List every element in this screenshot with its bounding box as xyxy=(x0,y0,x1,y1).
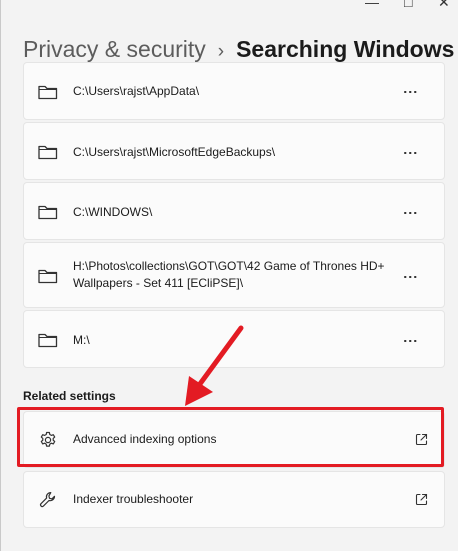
folder-path: H:\Photos\collections\GOT\GOT\42 Game of… xyxy=(73,259,385,290)
more-options-button[interactable]: ⋮ xyxy=(403,334,419,348)
maximize-button[interactable]: □ xyxy=(404,0,412,10)
excluded-folder-row: C:\Users\rajst\MicrosoftEdgeBackups\ ⋮ xyxy=(23,122,445,180)
page-title: Searching Windows xyxy=(236,36,455,62)
related-settings-heading: Related settings xyxy=(23,389,116,403)
folder-icon xyxy=(38,333,58,348)
breadcrumb-parent-link[interactable]: Privacy & security xyxy=(23,36,206,62)
more-options-button[interactable]: ⋮ xyxy=(403,85,419,99)
folder-icon xyxy=(38,205,58,220)
more-options-button[interactable]: ⋮ xyxy=(403,146,419,160)
annotation-arrow xyxy=(185,325,244,406)
folder-path: C:\Users\rajst\AppData\ xyxy=(73,84,200,98)
close-button[interactable]: ✕ xyxy=(438,0,450,11)
setting-label: Indexer troubleshooter xyxy=(73,492,194,506)
folder-icon xyxy=(38,85,58,100)
folder-icon xyxy=(38,269,58,284)
excluded-folder-row: H:\Photos\collections\GOT\GOT\42 Game of… xyxy=(23,242,445,308)
indexer-troubleshooter-link[interactable]: Indexer troubleshooter xyxy=(23,471,445,528)
external-link-icon xyxy=(415,493,428,506)
excluded-folder-row: C:\WINDOWS\ ⋮ xyxy=(23,182,445,240)
wrench-icon xyxy=(39,491,56,508)
title-bar: — □ ✕ xyxy=(1,0,458,12)
excluded-folder-row: C:\Users\rajst\AppData\ ⋮ xyxy=(23,62,445,120)
folder-path: C:\Users\rajst\MicrosoftEdgeBackups\ xyxy=(73,145,276,159)
minimize-button[interactable]: — xyxy=(365,0,379,10)
more-options-button[interactable]: ⋮ xyxy=(403,270,419,284)
more-options-button[interactable]: ⋮ xyxy=(403,206,419,220)
annotation-highlight-box xyxy=(17,407,444,467)
breadcrumb-separator: › xyxy=(217,41,225,62)
folder-path: C:\WINDOWS\ xyxy=(73,205,153,219)
folder-icon xyxy=(38,145,58,160)
